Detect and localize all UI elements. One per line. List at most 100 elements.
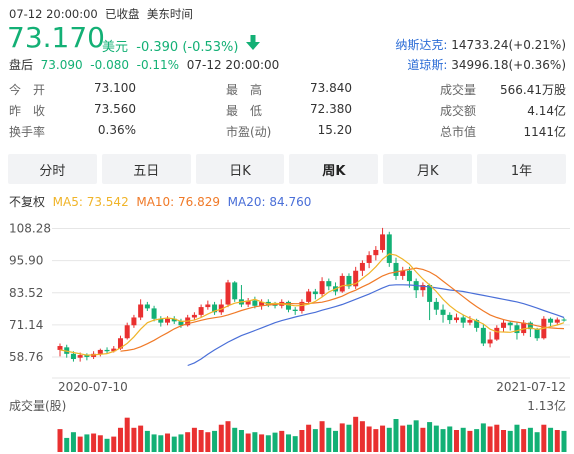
volume-bar — [84, 434, 90, 452]
y-tick-label: 71.14 — [9, 318, 43, 332]
candle-body — [548, 318, 554, 323]
tab-five-day[interactable]: 五日 — [101, 154, 191, 184]
volume-bar — [440, 429, 446, 452]
volume-bar — [185, 432, 191, 452]
volume-bar — [480, 423, 486, 452]
after-hours-price: 73.090 — [40, 58, 83, 72]
volume-bar — [144, 430, 150, 452]
candle-body — [433, 301, 439, 310]
candle-body — [534, 329, 540, 339]
tab-monthly-k[interactable]: 月K — [383, 154, 473, 184]
after-hours-change: -0.080 — [90, 58, 129, 72]
y-tick-label: 58.76 — [9, 350, 43, 364]
tab-weekly-k[interactable]: 周K — [289, 154, 379, 184]
volume-bar — [353, 416, 359, 452]
volume-bar — [312, 429, 318, 452]
x-tick-label: 2020-07-10 — [58, 380, 128, 394]
volume-bar — [138, 425, 144, 452]
candle-body — [514, 325, 520, 334]
volume-bar — [474, 429, 480, 452]
volume-bar — [534, 432, 540, 452]
candle-body — [521, 322, 527, 334]
volume-bar — [346, 424, 352, 452]
candle-body — [57, 346, 63, 350]
stat-value: 4.14亿 — [527, 104, 566, 118]
chart-legend: 不复权 MA5: 73.542 MA10: 76.829 MA20: 84.76… — [9, 193, 311, 210]
volume-bar — [252, 432, 258, 452]
datetime: 07-12 20:00:00 — [9, 7, 98, 21]
stat-value: 73.100 — [94, 81, 136, 95]
stat-value: 15.20 — [317, 123, 352, 137]
stat-value: 73.560 — [94, 102, 136, 116]
candle-body — [292, 309, 298, 311]
volume-bar — [413, 420, 419, 452]
volume-bar — [70, 432, 76, 452]
volume-bar — [279, 430, 285, 452]
volume-bar — [527, 427, 533, 452]
candle-body — [453, 317, 459, 321]
candle-body — [198, 307, 204, 315]
volume-bar — [339, 423, 345, 452]
volume-bar — [333, 430, 339, 452]
candle-body — [252, 300, 258, 306]
stat-label: 成交额 — [440, 104, 477, 118]
index-value: 14733.24(+0.21%) — [451, 38, 566, 52]
volume-label: 成交量(股) — [9, 398, 66, 413]
candle-body — [373, 249, 379, 256]
header-meta: 07-12 20:00:00 已收盘 美东时间 — [9, 6, 193, 22]
volume-bar — [265, 435, 271, 452]
volume-bar — [427, 422, 433, 452]
volume-bar — [380, 425, 386, 452]
tab-intraday[interactable]: 分时 — [8, 154, 97, 184]
tab-daily-k[interactable]: 日K — [195, 154, 285, 184]
stat-value: 0.36% — [97, 123, 136, 137]
y-tick-label: 95.90 — [9, 254, 43, 268]
candle-body — [70, 353, 76, 360]
stat-value: 1141亿 — [523, 125, 566, 139]
candle-body — [232, 282, 238, 300]
volume-bar — [326, 427, 332, 452]
candle-body — [460, 317, 466, 323]
timezone: 美东时间 — [146, 7, 193, 21]
volume-bar — [171, 436, 177, 452]
adjust-mode[interactable]: 不复权 — [9, 195, 45, 209]
candle-body — [487, 339, 493, 344]
stat-label: 最 低 — [226, 104, 263, 118]
candle-body — [366, 255, 372, 263]
volume-bar — [124, 417, 130, 452]
stat-label: 今 开 — [9, 83, 46, 97]
kline-chart[interactable]: 108.28 95.90 83.52 71.14 58.76 2020-07-10 2021… — [0, 212, 574, 454]
last-price: 73.170 — [7, 21, 105, 54]
volume-bar — [514, 424, 520, 452]
volume-bar — [554, 430, 560, 452]
stat-label: 换手率 — [9, 125, 46, 139]
candle-body — [191, 314, 197, 318]
volume-bar — [406, 424, 412, 452]
volume-bar — [205, 432, 211, 452]
volume-bar — [501, 430, 507, 452]
candle-body — [312, 291, 318, 295]
volume-bar — [548, 427, 554, 452]
volume-bar — [57, 429, 63, 452]
candle-body — [480, 327, 486, 344]
candle-body — [359, 262, 365, 271]
volume-bar — [299, 430, 305, 452]
volume-bar — [191, 427, 197, 452]
candle-body — [386, 234, 392, 263]
y-tick-label: 83.52 — [9, 286, 43, 300]
candle-body — [319, 281, 325, 295]
volume-bar — [259, 434, 265, 452]
volume-bar — [238, 430, 244, 452]
volume-bar — [541, 424, 547, 452]
candle-body — [138, 304, 144, 318]
volume-bar — [453, 430, 459, 452]
index-dow[interactable]: 道琼斯: 34996.18(+0.36%) — [407, 56, 566, 73]
volume-bar — [232, 427, 238, 452]
candle-body — [205, 304, 211, 308]
index-nasdaq[interactable]: 纳斯达克: 14733.24(+0.21%) — [395, 36, 566, 53]
tab-one-year[interactable]: 1年 — [477, 154, 566, 184]
stat-label: 总市值 — [440, 125, 477, 139]
volume-bar — [245, 433, 251, 452]
volume-bar — [165, 433, 171, 452]
candle-body — [151, 308, 157, 319]
